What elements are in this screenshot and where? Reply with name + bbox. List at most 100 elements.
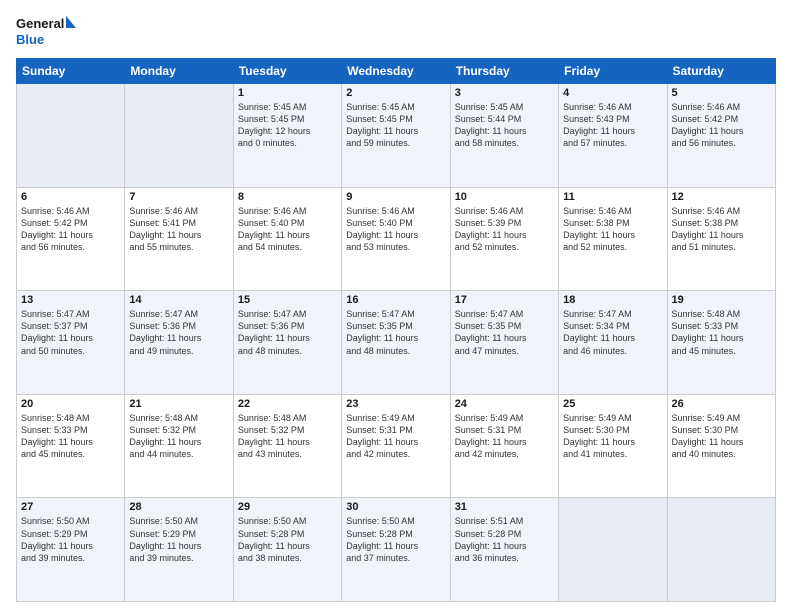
day-number: 4 — [563, 87, 662, 99]
day-info: Sunrise: 5:45 AM Sunset: 5:45 PM Dayligh… — [238, 101, 337, 150]
day-info: Sunrise: 5:45 AM Sunset: 5:45 PM Dayligh… — [346, 101, 445, 150]
weekday-header-thursday: Thursday — [450, 59, 558, 84]
calendar-cell: 15 Sunrise: 5:47 AM Sunset: 5:36 PM Dayli… — [233, 291, 341, 395]
day-number: 13 — [21, 294, 120, 306]
page: GeneralBlue SundayMondayTuesdayWednesday… — [0, 0, 792, 612]
day-number: 31 — [455, 501, 554, 513]
day-number: 6 — [21, 191, 120, 203]
day-info: Sunrise: 5:47 AM Sunset: 5:35 PM Dayligh… — [346, 308, 445, 357]
week-row-2: 6 Sunrise: 5:46 AM Sunset: 5:42 PM Daylig… — [17, 187, 776, 291]
day-number: 16 — [346, 294, 445, 306]
day-info: Sunrise: 5:49 AM Sunset: 5:31 PM Dayligh… — [346, 412, 445, 461]
calendar-cell: 24 Sunrise: 5:49 AM Sunset: 5:31 PM Dayli… — [450, 394, 558, 498]
calendar-cell: 9 Sunrise: 5:46 AM Sunset: 5:40 PM Daylig… — [342, 187, 450, 291]
weekday-header-friday: Friday — [559, 59, 667, 84]
day-number: 18 — [563, 294, 662, 306]
calendar-cell: 2 Sunrise: 5:45 AM Sunset: 5:45 PM Daylig… — [342, 84, 450, 188]
svg-text:Blue: Blue — [16, 32, 44, 47]
svg-text:General: General — [16, 16, 64, 31]
day-number: 7 — [129, 191, 228, 203]
day-number: 30 — [346, 501, 445, 513]
logo: GeneralBlue — [16, 14, 76, 50]
weekday-header-sunday: Sunday — [17, 59, 125, 84]
day-number: 28 — [129, 501, 228, 513]
calendar-cell: 12 Sunrise: 5:46 AM Sunset: 5:38 PM Dayli… — [667, 187, 775, 291]
day-info: Sunrise: 5:46 AM Sunset: 5:40 PM Dayligh… — [238, 205, 337, 254]
day-info: Sunrise: 5:48 AM Sunset: 5:32 PM Dayligh… — [238, 412, 337, 461]
calendar-cell: 30Sunrise: 5:50 AM Sunset: 5:28 PM Dayli… — [342, 498, 450, 602]
day-number: 9 — [346, 191, 445, 203]
day-number: 24 — [455, 398, 554, 410]
day-number: 25 — [563, 398, 662, 410]
day-info: Sunrise: 5:47 AM Sunset: 5:34 PM Dayligh… — [563, 308, 662, 357]
day-info: Sunrise: 5:50 AM Sunset: 5:28 PM Dayligh… — [238, 515, 337, 564]
day-number: 19 — [672, 294, 771, 306]
weekday-header-wednesday: Wednesday — [342, 59, 450, 84]
day-number: 22 — [238, 398, 337, 410]
calendar-cell: 11 Sunrise: 5:46 AM Sunset: 5:38 PM Dayli… — [559, 187, 667, 291]
day-number: 8 — [238, 191, 337, 203]
calendar-cell: 14Sunrise: 5:47 AM Sunset: 5:36 PM Dayli… — [125, 291, 233, 395]
day-info: Sunrise: 5:47 AM Sunset: 5:36 PM Dayligh… — [238, 308, 337, 357]
day-number: 26 — [672, 398, 771, 410]
day-info: Sunrise: 5:49 AM Sunset: 5:30 PM Dayligh… — [672, 412, 771, 461]
calendar-cell — [125, 84, 233, 188]
weekday-header-monday: Monday — [125, 59, 233, 84]
calendar-cell: 29 Sunrise: 5:50 AM Sunset: 5:28 PM Dayli… — [233, 498, 341, 602]
calendar-cell: 22 Sunrise: 5:48 AM Sunset: 5:32 PM Dayli… — [233, 394, 341, 498]
day-info: Sunrise: 5:48 AM Sunset: 5:32 PM Dayligh… — [129, 412, 228, 461]
day-info: Sunrise: 5:50 AM Sunset: 5:29 PM Dayligh… — [129, 515, 228, 564]
calendar-cell: 7Sunrise: 5:46 AM Sunset: 5:41 PM Daylig… — [125, 187, 233, 291]
day-number: 20 — [21, 398, 120, 410]
weekday-header-saturday: Saturday — [667, 59, 775, 84]
day-info: Sunrise: 5:46 AM Sunset: 5:38 PM Dayligh… — [563, 205, 662, 254]
day-info: Sunrise: 5:49 AM Sunset: 5:30 PM Dayligh… — [563, 412, 662, 461]
day-number: 1 — [238, 87, 337, 99]
logo-svg: GeneralBlue — [16, 14, 76, 50]
day-number: 5 — [672, 87, 771, 99]
calendar-cell: 3Sunrise: 5:45 AM Sunset: 5:44 PM Daylig… — [450, 84, 558, 188]
day-info: Sunrise: 5:50 AM Sunset: 5:29 PM Dayligh… — [21, 515, 120, 564]
week-row-3: 13 Sunrise: 5:47 AM Sunset: 5:37 PM Dayli… — [17, 291, 776, 395]
calendar-cell: 13 Sunrise: 5:47 AM Sunset: 5:37 PM Dayli… — [17, 291, 125, 395]
day-number: 23 — [346, 398, 445, 410]
day-number: 10 — [455, 191, 554, 203]
header-row: SundayMondayTuesdayWednesdayThursdayFrid… — [17, 59, 776, 84]
day-info: Sunrise: 5:46 AM Sunset: 5:38 PM Dayligh… — [672, 205, 771, 254]
day-info: Sunrise: 5:48 AM Sunset: 5:33 PM Dayligh… — [672, 308, 771, 357]
day-number: 11 — [563, 191, 662, 203]
calendar-cell: 23 Sunrise: 5:49 AM Sunset: 5:31 PM Dayli… — [342, 394, 450, 498]
calendar-table: SundayMondayTuesdayWednesdayThursdayFrid… — [16, 58, 776, 602]
day-info: Sunrise: 5:49 AM Sunset: 5:31 PM Dayligh… — [455, 412, 554, 461]
header: GeneralBlue — [16, 14, 776, 50]
day-info: Sunrise: 5:46 AM Sunset: 5:42 PM Dayligh… — [672, 101, 771, 150]
calendar-cell: 27 Sunrise: 5:50 AM Sunset: 5:29 PM Dayli… — [17, 498, 125, 602]
calendar-cell — [559, 498, 667, 602]
day-info: Sunrise: 5:47 AM Sunset: 5:37 PM Dayligh… — [21, 308, 120, 357]
weekday-header-tuesday: Tuesday — [233, 59, 341, 84]
day-number: 14 — [129, 294, 228, 306]
calendar-cell: 21Sunrise: 5:48 AM Sunset: 5:32 PM Dayli… — [125, 394, 233, 498]
day-number: 12 — [672, 191, 771, 203]
calendar-cell: 1 Sunrise: 5:45 AM Sunset: 5:45 PM Daylig… — [233, 84, 341, 188]
calendar-cell — [667, 498, 775, 602]
day-number: 2 — [346, 87, 445, 99]
calendar-cell: 5 Sunrise: 5:46 AM Sunset: 5:42 PM Daylig… — [667, 84, 775, 188]
calendar-cell: 18 Sunrise: 5:47 AM Sunset: 5:34 PM Dayli… — [559, 291, 667, 395]
day-number: 17 — [455, 294, 554, 306]
calendar-cell: 31Sunrise: 5:51 AM Sunset: 5:28 PM Dayli… — [450, 498, 558, 602]
day-info: Sunrise: 5:46 AM Sunset: 5:40 PM Dayligh… — [346, 205, 445, 254]
week-row-4: 20Sunrise: 5:48 AM Sunset: 5:33 PM Dayli… — [17, 394, 776, 498]
calendar-cell: 26 Sunrise: 5:49 AM Sunset: 5:30 PM Dayli… — [667, 394, 775, 498]
week-row-1: 1 Sunrise: 5:45 AM Sunset: 5:45 PM Daylig… — [17, 84, 776, 188]
day-info: Sunrise: 5:46 AM Sunset: 5:43 PM Dayligh… — [563, 101, 662, 150]
week-row-5: 27 Sunrise: 5:50 AM Sunset: 5:29 PM Dayli… — [17, 498, 776, 602]
day-number: 3 — [455, 87, 554, 99]
day-info: Sunrise: 5:46 AM Sunset: 5:42 PM Dayligh… — [21, 205, 120, 254]
day-number: 29 — [238, 501, 337, 513]
calendar-cell: 20Sunrise: 5:48 AM Sunset: 5:33 PM Dayli… — [17, 394, 125, 498]
calendar-cell: 16 Sunrise: 5:47 AM Sunset: 5:35 PM Dayli… — [342, 291, 450, 395]
day-number: 15 — [238, 294, 337, 306]
calendar-cell — [17, 84, 125, 188]
day-number: 27 — [21, 501, 120, 513]
